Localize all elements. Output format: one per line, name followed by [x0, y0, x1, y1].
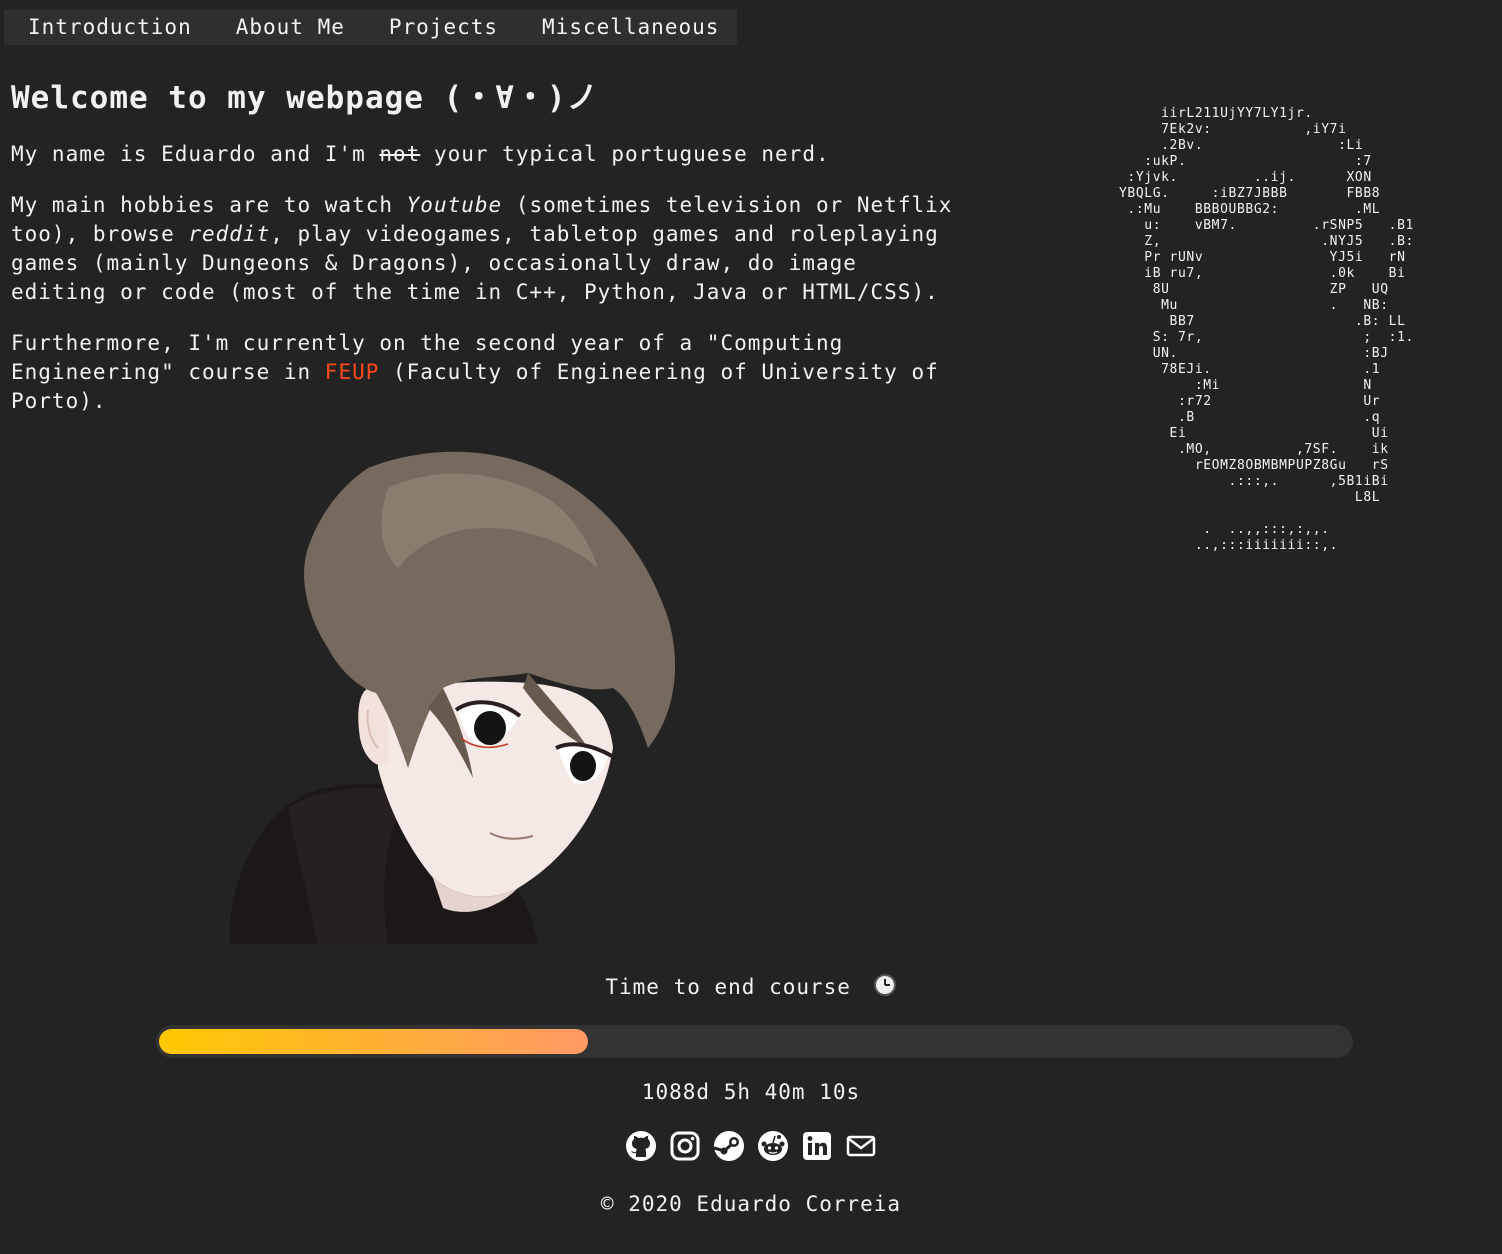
intro-paragraph-studies: Furthermore, I'm currently on the second… — [11, 331, 939, 413]
mail-link[interactable] — [845, 1130, 877, 1162]
page-title: Welcome to my webpage (・∀・)ノ — [11, 80, 599, 116]
course-progress-fill — [159, 1029, 588, 1054]
github-icon — [626, 1131, 656, 1161]
instagram-icon — [670, 1131, 700, 1161]
intro-text: My name is Eduardo and I'm not your typi… — [11, 140, 956, 438]
steam-icon — [713, 1131, 744, 1161]
top-navigation: Introduction About Me Projects Miscellan… — [4, 10, 737, 45]
clock-icon — [873, 974, 896, 996]
mail-icon — [846, 1135, 876, 1157]
github-link[interactable] — [625, 1130, 657, 1162]
nav-item-introduction[interactable]: Introduction — [4, 10, 214, 45]
nav-item-projects[interactable]: Projects — [367, 10, 520, 45]
intro-paragraph-hobbies: My main hobbies are to watch Youtube (so… — [11, 193, 953, 304]
timer-heading: Time to end course — [0, 973, 1502, 999]
reddit-text: reddit — [188, 222, 271, 246]
timer-label: Time to end course — [605, 975, 851, 999]
footer-copyright: © 2020 Eduardo Correia — [600, 1192, 902, 1216]
course-progress-bar — [156, 1025, 1353, 1058]
avatar-illustration — [230, 451, 676, 944]
linkedin-link[interactable] — [801, 1130, 833, 1162]
steam-link[interactable] — [713, 1130, 745, 1162]
reddit-icon — [758, 1131, 788, 1161]
nav-item-miscellaneous[interactable]: Miscellaneous — [520, 10, 741, 45]
strikethrough-not: not — [379, 142, 421, 166]
reddit-link[interactable] — [757, 1130, 789, 1162]
youtube-text: Youtube — [406, 193, 503, 217]
linkedin-icon — [803, 1132, 831, 1160]
countdown-text: 1088d 5h 40m 10s — [641, 1080, 861, 1104]
intro-paragraph-name: My name is Eduardo and I'm not your typi… — [11, 142, 830, 166]
instagram-link[interactable] — [669, 1130, 701, 1162]
social-links — [0, 1130, 1502, 1162]
nav-item-about-me[interactable]: About Me — [214, 10, 367, 45]
feup-link[interactable]: FEUP — [325, 360, 380, 384]
ascii-art-logo: iirL211UjYY7LY1jr. 7Ek2v: ,iY7i .2Bv. :L… — [1118, 106, 1414, 553]
